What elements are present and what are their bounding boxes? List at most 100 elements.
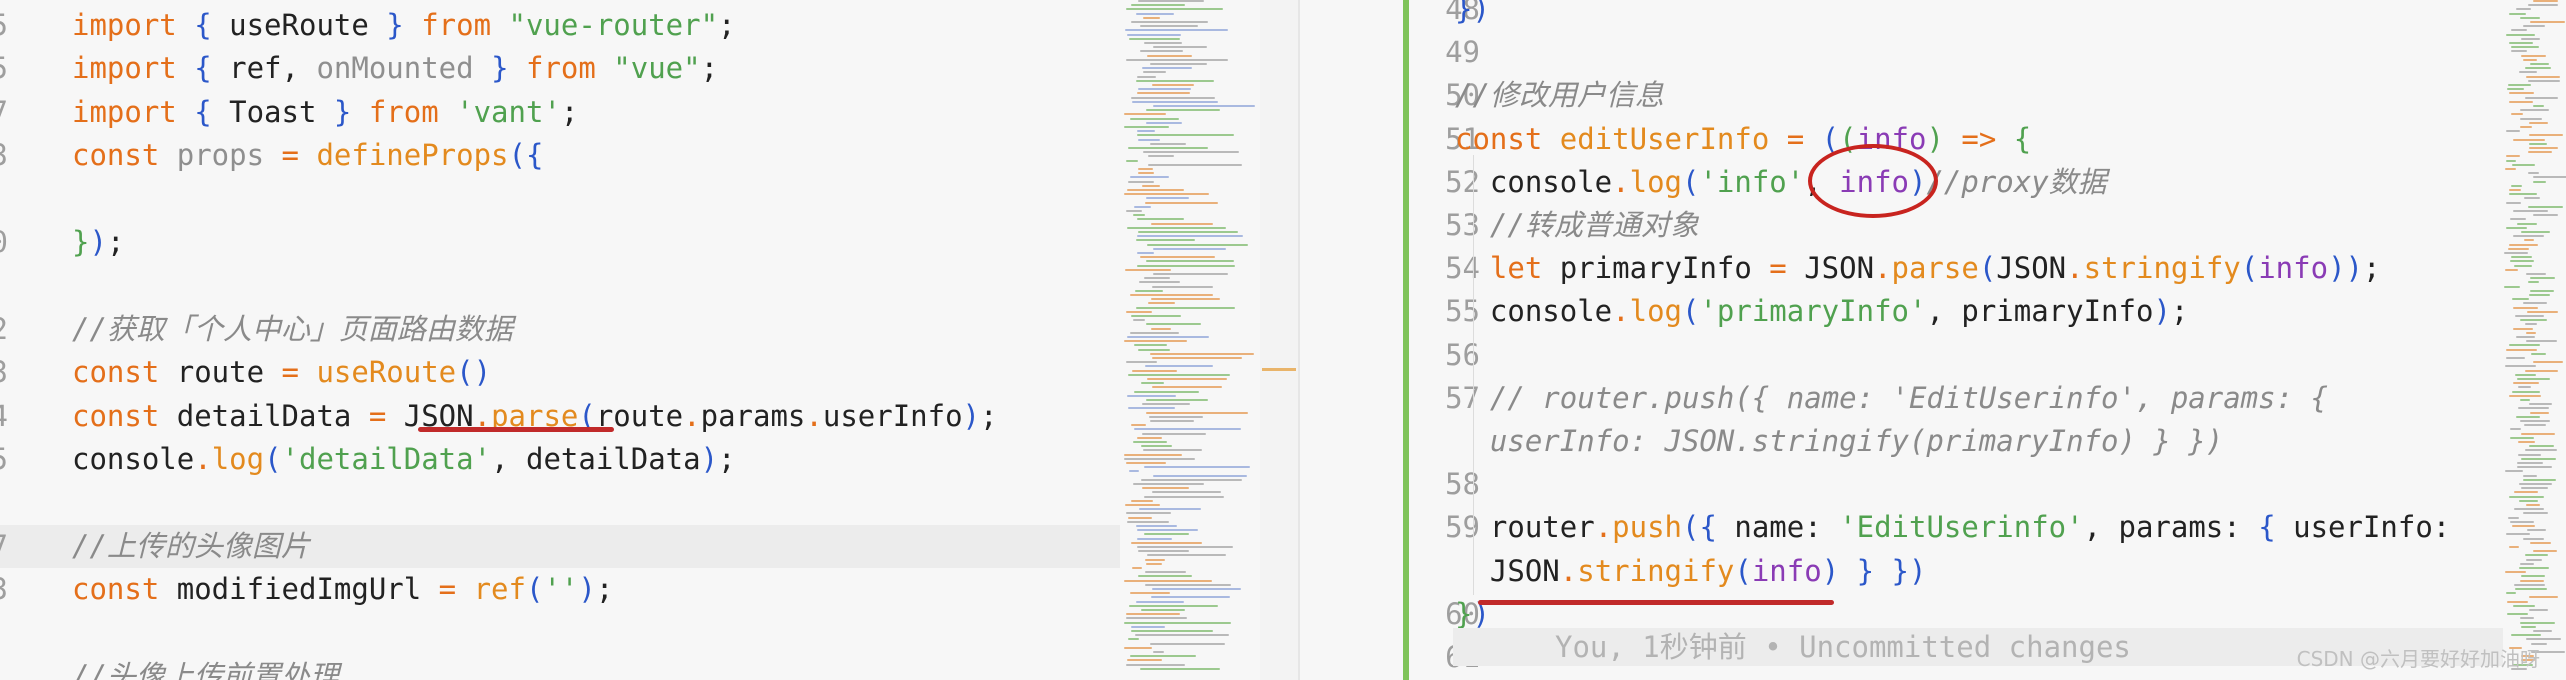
code-token: const xyxy=(1455,121,1560,156)
code-line[interactable]: 56 xyxy=(1300,334,2500,377)
code-line[interactable]: 50//修改用户信息 xyxy=(1300,74,2500,117)
minimap-line xyxy=(1126,361,1157,364)
minimap-line xyxy=(2515,373,2536,376)
code-token: ; xyxy=(560,94,579,129)
code-line[interactable]: 2 //获取「个人中心」页面路由数据 xyxy=(0,308,1120,351)
minimap-line xyxy=(1126,663,1185,666)
code-line[interactable] xyxy=(0,481,1120,524)
minimap-line xyxy=(2511,50,2527,53)
minimap-line xyxy=(1141,382,1164,385)
code-token: log xyxy=(211,442,265,476)
minimap-line xyxy=(2513,382,2539,385)
right-editor-pane[interactable]: 48}) 49 50//修改用户信息 51 const editUserInfo = (… xyxy=(1300,0,2500,680)
minimap-line xyxy=(1144,466,1250,469)
code-line[interactable]: 3 const modifiedImgUrl = ref(''); xyxy=(0,568,1120,611)
minimap-line xyxy=(1144,42,1182,44)
minimap-line xyxy=(2509,243,2538,246)
minimap-line xyxy=(1138,172,1154,175)
code-line[interactable]: 7 import { Toast } from 'vant'; xyxy=(0,91,1120,134)
code-line[interactable]: 57 // router.push({ name: 'EditUserinfo'… xyxy=(1300,377,2500,420)
minimap-line xyxy=(1124,457,1195,460)
code-token: const xyxy=(72,355,177,390)
code-token: . xyxy=(1612,164,1630,199)
code-line[interactable]: 49 xyxy=(1300,31,2500,74)
code-line[interactable]: JSON.stringify(info) } }) xyxy=(1300,550,2500,593)
minimap-line xyxy=(2519,567,2549,569)
code-text: let primaryInfo = JSON.parse(JSON.string… xyxy=(1455,247,2381,290)
code-token: ({ xyxy=(508,138,544,173)
minimap-line xyxy=(2506,33,2535,36)
minimap-line xyxy=(1137,546,1233,548)
code-line[interactable]: 7 //上传的头像图片 xyxy=(0,524,1120,568)
minimap-line xyxy=(1144,495,1224,498)
left-minimap[interactable] xyxy=(1120,0,1260,680)
minimap-line xyxy=(2523,302,2547,305)
code-line[interactable]: 3 const route = useRoute() xyxy=(0,351,1120,394)
minimap-line xyxy=(2529,142,2547,145)
minimap-line xyxy=(1151,298,1220,301)
code-line[interactable] xyxy=(0,264,1120,307)
minimap-line xyxy=(2507,88,2524,91)
minimap-line xyxy=(2525,554,2548,557)
code-text: import { useRoute } from "vue-router"; xyxy=(72,4,736,47)
minimap-line xyxy=(1143,449,1202,452)
minimap-line xyxy=(2506,155,2520,158)
code-line[interactable]: 3 const props = defineProps({ xyxy=(0,134,1120,177)
minimap-line xyxy=(1127,189,1184,191)
minimap-line xyxy=(2513,235,2544,238)
code-line[interactable]: 5 console.log('detailData', detailData); xyxy=(0,438,1120,481)
minimap-line xyxy=(2507,600,2528,603)
code-line[interactable]: userInfo: JSON.stringify(primaryInfo) } … xyxy=(1300,420,2500,463)
minimap-line xyxy=(2533,105,2544,107)
code-line[interactable]: 55 console.log('primaryInfo', primaryInf… xyxy=(1300,290,2500,333)
minimap-line xyxy=(2511,634,2541,637)
minimap-line xyxy=(1135,289,1163,292)
minimap-line xyxy=(1131,424,1146,427)
minimap-line xyxy=(1147,554,1226,557)
code-line[interactable]: 59 router.push({ name: 'EditUserinfo', p… xyxy=(1300,506,2500,549)
line-number: 7 xyxy=(0,525,8,568)
minimap-line xyxy=(2533,361,2563,364)
minimap-line xyxy=(1127,336,1209,338)
code-token: { xyxy=(194,94,230,129)
minimap-line xyxy=(2509,546,2519,548)
minimap-line xyxy=(2533,176,2566,179)
minimap-line xyxy=(2521,231,2550,233)
right-minimap[interactable] xyxy=(2500,0,2566,680)
code-token: () xyxy=(456,355,492,390)
code-text: const modifiedImgUrl = ref(''); xyxy=(72,568,613,611)
code-line[interactable]: 5 import { ref, onMounted } from "vue"; xyxy=(0,47,1120,90)
code-token: ( xyxy=(1978,251,1997,286)
line-number: 5 xyxy=(0,4,8,47)
code-line[interactable] xyxy=(0,178,1120,221)
code-line[interactable]: //头像上传前置处理 xyxy=(0,655,1120,680)
code-line[interactable] xyxy=(0,612,1120,655)
minimap-line xyxy=(1142,184,1160,187)
line-number: 3 xyxy=(0,568,8,611)
minimap-line xyxy=(1126,8,1223,11)
minimap-line xyxy=(1144,277,1170,280)
minimap-line xyxy=(2512,390,2540,393)
code-line[interactable]: 48}) xyxy=(1300,0,2500,31)
minimap-line xyxy=(1128,373,1230,376)
minimap-line xyxy=(2529,134,2563,137)
code-line[interactable]: 0}); xyxy=(0,221,1120,264)
minimap-line xyxy=(2514,264,2532,267)
code-line[interactable]: 5 import { useRoute } from "vue-router"; xyxy=(0,4,1120,47)
minimap-line xyxy=(1124,113,1166,116)
minimap-line xyxy=(2524,197,2540,200)
minimap-line xyxy=(2520,126,2532,128)
minimap-line xyxy=(2525,96,2558,99)
minimap-line xyxy=(2529,403,2552,406)
code-line[interactable]: 58 xyxy=(1300,463,2500,506)
minimap-line xyxy=(1139,281,1180,284)
code-token: useRoute xyxy=(229,8,387,42)
minimap-line xyxy=(2526,638,2561,641)
left-scrollbar[interactable] xyxy=(1260,0,1298,680)
minimap-line xyxy=(2510,520,2534,523)
minimap-line xyxy=(1147,54,1192,57)
code-line[interactable]: 54 let primaryInfo = JSON.parse(JSON.str… xyxy=(1300,247,2500,290)
minimap-line xyxy=(1139,508,1201,511)
code-token: = xyxy=(1786,121,1822,156)
left-editor-pane[interactable]: 5import { useRoute } from "vue-router";5… xyxy=(0,0,1120,680)
